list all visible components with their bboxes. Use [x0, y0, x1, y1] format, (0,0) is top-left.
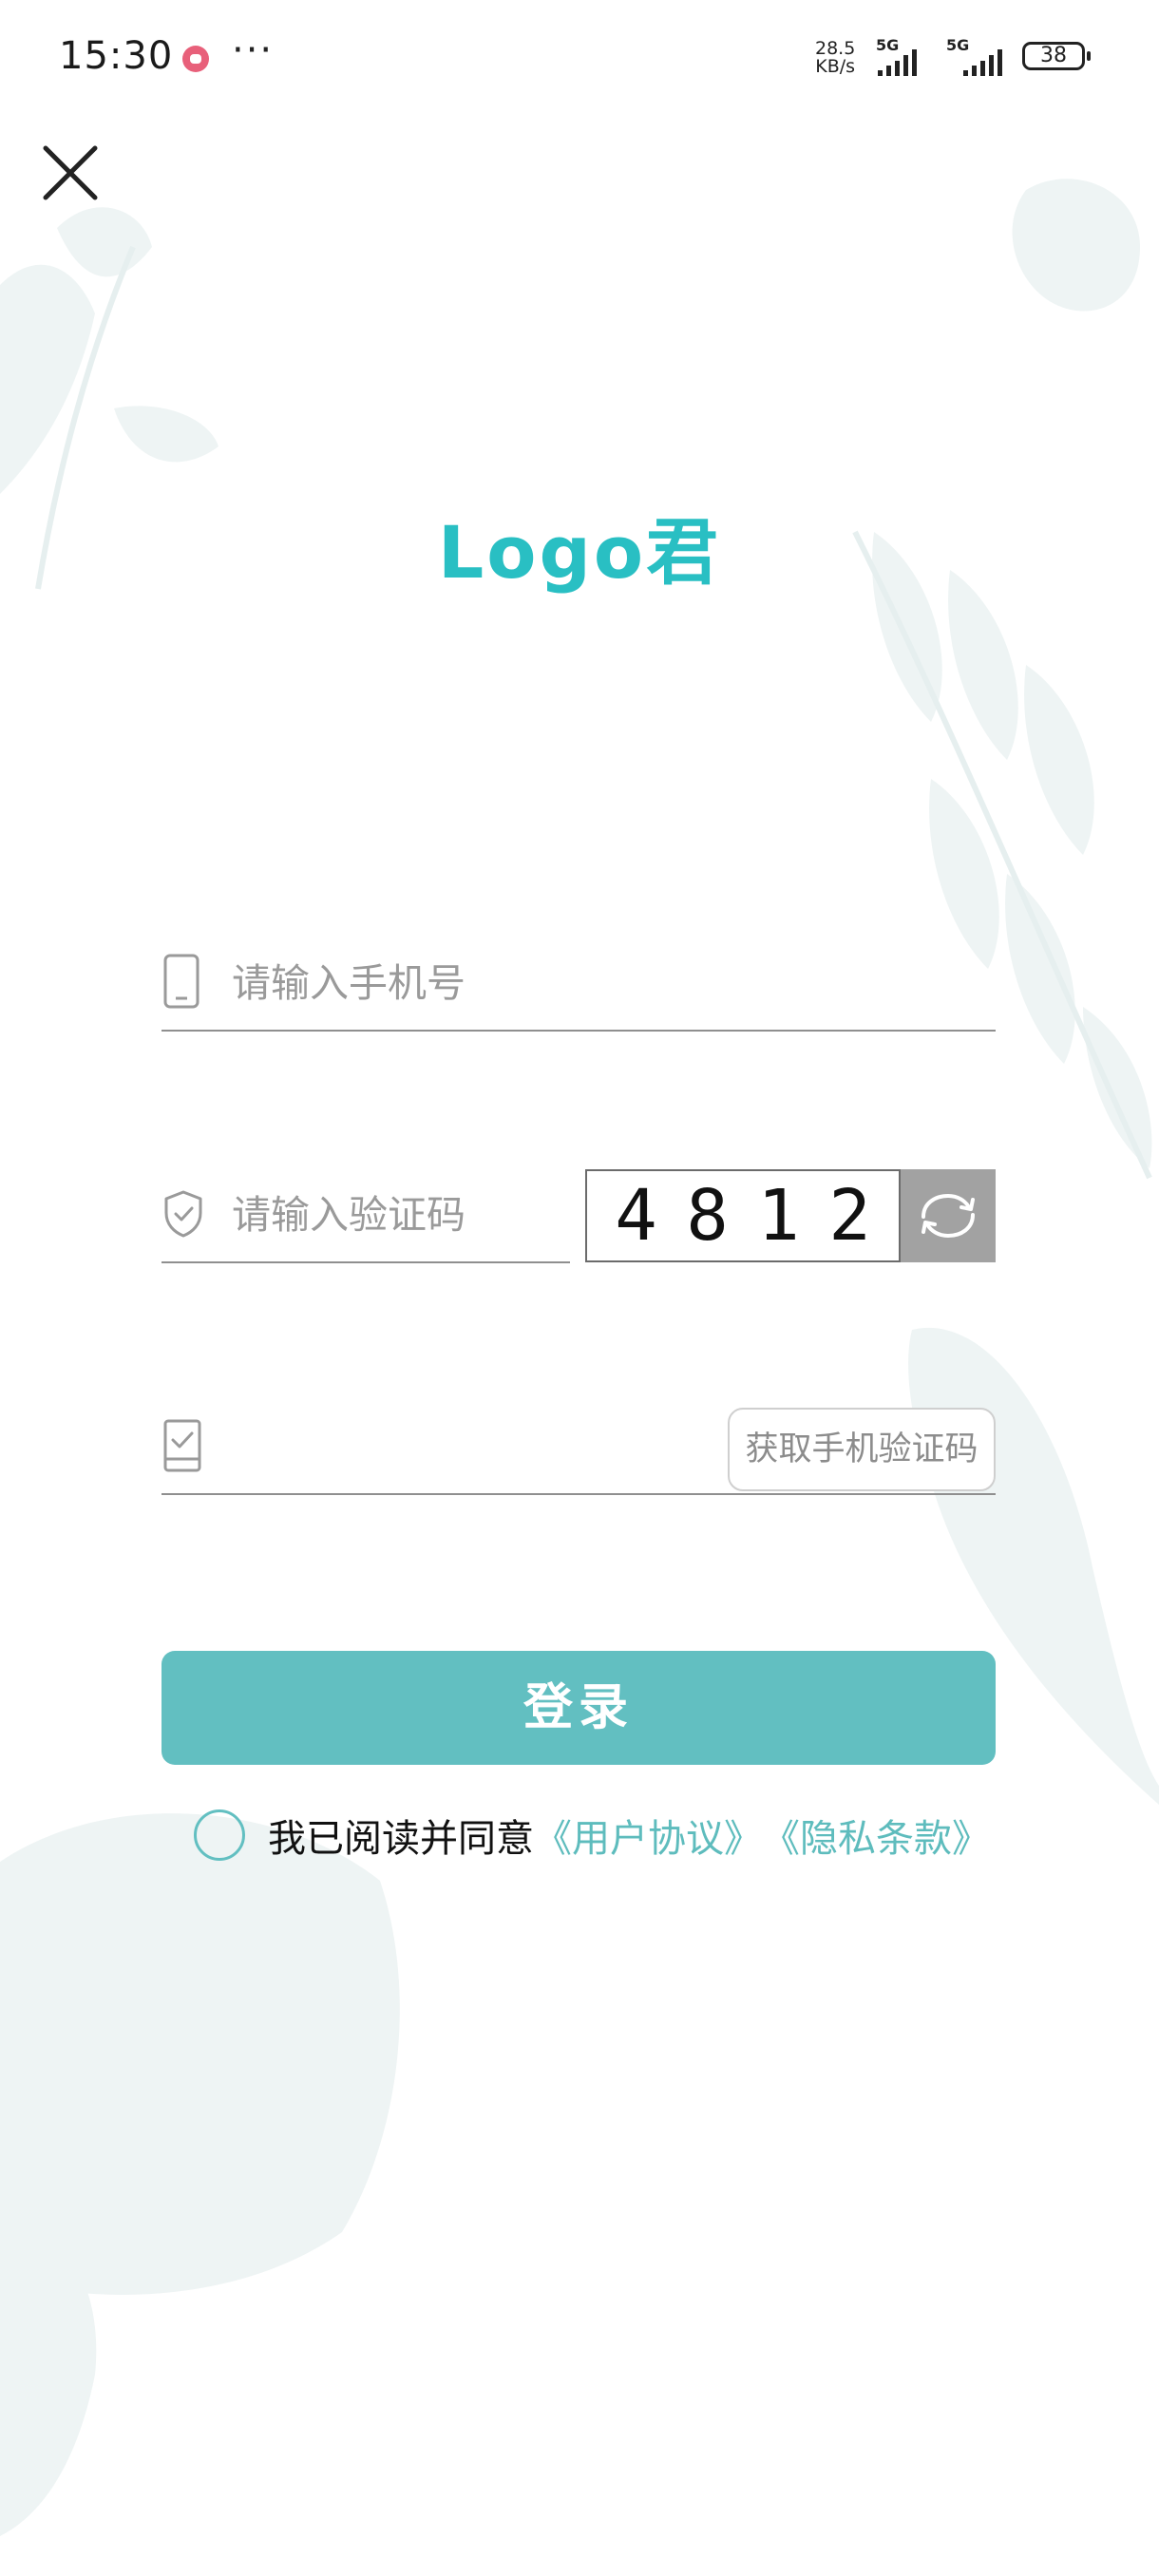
status-bar: 15:30 ··· 28.5 KB/s 5G 5G 38: [0, 0, 1159, 114]
refresh-captcha-button[interactable]: [901, 1169, 996, 1262]
sms-code-icon: [163, 1419, 201, 1472]
close-button[interactable]: [36, 139, 104, 207]
captcha-digit: 8: [686, 1175, 729, 1257]
signal-1-icon: 5G: [874, 36, 933, 76]
refresh-icon: [922, 1193, 975, 1239]
shield-check-icon: [164, 1190, 202, 1238]
signal-2-icon: 5G: [944, 36, 1007, 76]
captcha-digit: 2: [828, 1175, 871, 1257]
privacy-policy-link[interactable]: 《隐私条款》: [762, 1808, 990, 1863]
agreement-text: 我已阅读并同意: [268, 1817, 534, 1861]
user-agreement-link[interactable]: 《用户协议》: [534, 1808, 762, 1863]
network-speed-unit: KB/s: [815, 56, 856, 77]
captcha-field: [162, 1184, 570, 1263]
captcha-digit: 1: [757, 1175, 800, 1257]
more-notifications-icon: ···: [232, 28, 275, 72]
captcha-image[interactable]: 4 8 1 2: [585, 1169, 901, 1262]
phone-input[interactable]: [232, 959, 973, 1007]
captcha-digit: 4: [615, 1175, 657, 1257]
sms-code-input[interactable]: [232, 1423, 707, 1470]
get-sms-code-button[interactable]: 获取手机验证码: [728, 1408, 996, 1491]
close-icon: [43, 145, 98, 200]
status-time: 15:30: [59, 34, 174, 78]
battery-icon: 38: [1022, 42, 1091, 70]
agreement-row: 我已阅读并同意 《用户协议》 《隐私条款》: [194, 1805, 990, 1866]
agreement-checkbox[interactable]: [194, 1809, 245, 1861]
network-speed: 28.5 KB/s: [815, 40, 855, 76]
background-leaves-decoration: [0, 179, 1159, 2536]
app-logo: Logo君: [437, 510, 722, 595]
phone-icon: [163, 954, 200, 1009]
login-button[interactable]: 登录: [162, 1651, 996, 1765]
captcha-input[interactable]: [232, 1191, 555, 1239]
notification-app-icon: [182, 46, 209, 72]
phone-field: [162, 952, 996, 1032]
